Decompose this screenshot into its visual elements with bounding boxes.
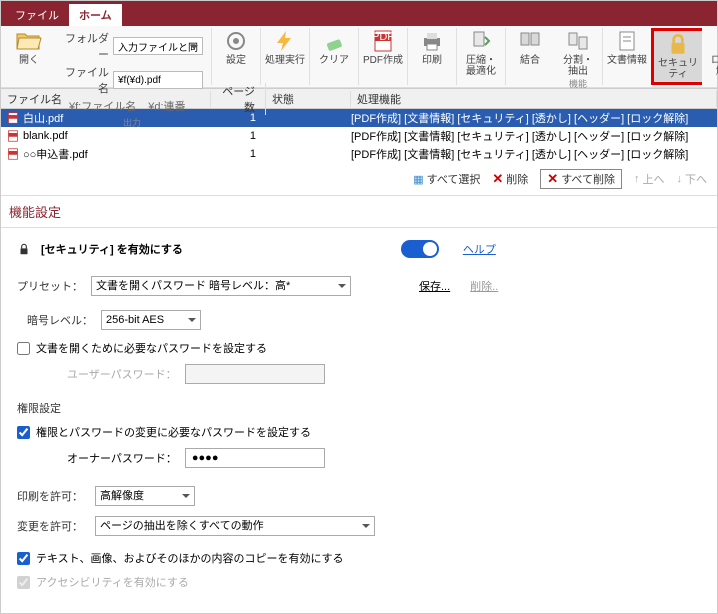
lock-icon bbox=[664, 31, 692, 57]
enable-security-label: [セキュリティ] を有効にする bbox=[41, 241, 183, 257]
change-allow-label: 変更を許可： bbox=[17, 518, 87, 534]
combine-icon bbox=[516, 28, 544, 54]
x-icon: ✕ bbox=[547, 171, 558, 187]
open-button[interactable]: 開く bbox=[9, 28, 49, 66]
print-allow-label: 印刷を許可： bbox=[17, 488, 87, 504]
change-allow-select[interactable]: ページの抽出を除くすべての動作 bbox=[95, 516, 375, 536]
copy-label: テキスト、画像、およびそのほかの内容のコピーを有効にする bbox=[36, 550, 344, 566]
panel-title: 機能設定 bbox=[1, 196, 717, 228]
group-func-label: 機能 bbox=[569, 77, 587, 90]
folder-label: フォルダー bbox=[61, 30, 109, 62]
settings-button[interactable]: 設定 bbox=[216, 28, 256, 66]
docinfo-icon bbox=[613, 28, 641, 54]
preset-select[interactable]: 文書を開くパスワード 暗号レベル：高* bbox=[91, 276, 351, 296]
pdf-create-button[interactable]: PDFPDF作成 bbox=[363, 28, 403, 66]
open-password-checkbox[interactable] bbox=[17, 342, 30, 355]
owner-password-label: オーナーパスワード： bbox=[67, 450, 177, 466]
split-icon bbox=[564, 28, 592, 54]
compress-button[interactable]: 圧縮・ 最適化 bbox=[461, 28, 501, 77]
folder-combo[interactable] bbox=[113, 37, 203, 55]
preset-label: プリセット： bbox=[17, 278, 83, 294]
perm-password-checkbox[interactable] bbox=[17, 426, 30, 439]
help-link[interactable]: ヘルプ bbox=[463, 241, 496, 257]
encryption-select[interactable]: 256-bit AES bbox=[101, 310, 201, 330]
select-all-button[interactable]: ▦すべて選択 bbox=[413, 171, 480, 187]
table-row[interactable]: ○○申込書.pdf1[PDF作成] [文書情報] [セキュリティ] [透かし] … bbox=[1, 145, 717, 163]
ribbon: 開く フォルダー ファイル名 ¥f:ファイル名 ¥d:連番 出力 設定 処理実行… bbox=[1, 26, 717, 88]
eraser-icon bbox=[320, 28, 348, 54]
col-proc[interactable]: 処理機能 bbox=[351, 91, 717, 107]
x-icon: ✕ bbox=[492, 171, 503, 187]
split-button[interactable]: 分割・ 抽出 bbox=[558, 28, 598, 77]
select-icon: ▦ bbox=[413, 173, 423, 186]
filename-input[interactable] bbox=[113, 71, 203, 89]
delete-button[interactable]: ✕削除 bbox=[492, 171, 528, 187]
unlock-icon bbox=[712, 28, 718, 54]
pdf-icon: PDF bbox=[369, 28, 397, 54]
perm-password-label: 権限とパスワードの変更に必要なパスワードを設定する bbox=[36, 424, 311, 440]
preset-delete-link[interactable]: 削除.. bbox=[470, 278, 498, 294]
move-down-button[interactable]: ↓下へ bbox=[677, 171, 708, 187]
settings-panel: [セキュリティ] を有効にする ヘルプ プリセット： 文書を開くパスワード 暗号… bbox=[1, 228, 717, 610]
lightning-icon bbox=[271, 28, 299, 54]
tab-bar: ファイル ホーム bbox=[1, 6, 717, 26]
table-row[interactable]: blank.pdf1[PDF作成] [文書情報] [セキュリティ] [透かし] … bbox=[1, 127, 717, 145]
col-pages[interactable]: ページ数 bbox=[211, 83, 266, 115]
run-button[interactable]: 処理実行 bbox=[265, 28, 305, 66]
delete-all-button[interactable]: ✕すべて削除 bbox=[540, 169, 622, 189]
user-password-label: ユーザーパスワード： bbox=[67, 366, 177, 382]
print-button[interactable]: 印刷 bbox=[412, 28, 452, 66]
file-list-header: ファイル名 ページ数 状態 処理機能 bbox=[1, 89, 717, 109]
arrow-up-icon: ↑ bbox=[634, 173, 640, 185]
enable-toggle[interactable] bbox=[401, 240, 439, 258]
lock-small-icon bbox=[17, 242, 31, 256]
gear-icon bbox=[222, 28, 250, 54]
arrow-down-icon: ↓ bbox=[677, 173, 683, 185]
col-name[interactable]: ファイル名 bbox=[1, 91, 211, 107]
print-allow-select[interactable]: 高解像度 bbox=[95, 486, 195, 506]
list-toolbar: ▦すべて選択 ✕削除 ✕すべて削除 ↑上へ ↓下へ bbox=[1, 163, 717, 196]
security-button[interactable]: セキュリティ bbox=[658, 31, 698, 80]
combine-button[interactable]: 結合 bbox=[510, 28, 550, 66]
printer-icon bbox=[418, 28, 446, 54]
unlock-button[interactable]: ロック 解除 bbox=[706, 28, 718, 77]
svg-text:PDF: PDF bbox=[372, 31, 394, 43]
preset-save-link[interactable]: 保存... bbox=[419, 278, 450, 294]
user-password-input[interactable] bbox=[185, 364, 325, 384]
move-up-button[interactable]: ↑上へ bbox=[634, 171, 665, 187]
table-row[interactable]: 白山.pdf1[PDF作成] [文書情報] [セキュリティ] [透かし] [ヘッ… bbox=[1, 109, 717, 127]
owner-password-input[interactable] bbox=[185, 448, 325, 468]
tab-home[interactable]: ホーム bbox=[69, 4, 122, 26]
clear-button[interactable]: クリア bbox=[314, 28, 354, 66]
open-password-label: 文書を開くために必要なパスワードを設定する bbox=[36, 340, 267, 356]
folder-open-icon bbox=[15, 28, 43, 54]
accessibility-checkbox bbox=[17, 576, 30, 589]
docinfo-button[interactable]: 文書情報 bbox=[607, 28, 647, 66]
file-list: ファイル名 ページ数 状態 処理機能 白山.pdf1[PDF作成] [文書情報]… bbox=[1, 88, 717, 163]
compress-icon bbox=[467, 28, 495, 54]
encryption-label: 暗号レベル： bbox=[27, 312, 93, 328]
tab-file[interactable]: ファイル bbox=[5, 4, 69, 26]
col-status[interactable]: 状態 bbox=[266, 91, 351, 107]
copy-checkbox[interactable] bbox=[17, 552, 30, 565]
permissions-header: 権限設定 bbox=[17, 400, 701, 416]
accessibility-label: アクセシビリティを有効にする bbox=[36, 574, 189, 590]
